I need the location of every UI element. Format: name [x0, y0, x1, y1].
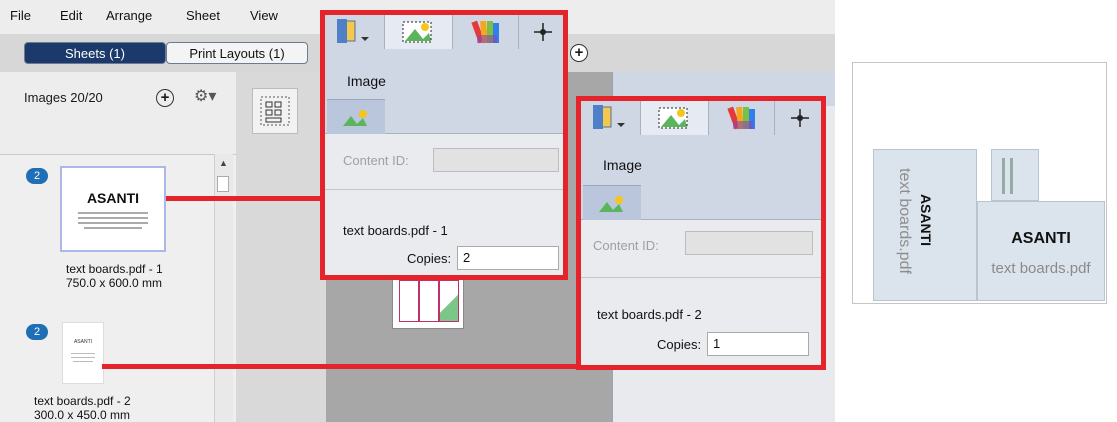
layout-preview: ASANTI text boards.pdf ASANTI text board…	[852, 62, 1107, 304]
color-tab-button[interactable]	[453, 15, 519, 49]
images-list: 2 ASANTI text boards.pdf - 1 750.0 x 600…	[0, 154, 220, 422]
preview-watermark: text boards.pdf	[991, 260, 1091, 277]
image-tab-label: Image	[347, 73, 386, 89]
content-id-label: Content ID:	[343, 153, 409, 168]
scroll-thumb[interactable]	[217, 176, 229, 192]
copies-label: Copies:	[657, 337, 702, 352]
preview-text-line	[1010, 158, 1013, 194]
file-name-label: text boards.pdf - 2	[597, 307, 702, 322]
color-tab-button[interactable]	[709, 101, 775, 135]
panel-header: Image	[325, 15, 563, 134]
panel-divider	[581, 277, 821, 278]
tab-sheets[interactable]: Sheets (1)	[24, 42, 166, 64]
thumbnail-text-line	[78, 212, 148, 214]
tab-print-layouts[interactable]: Print Layouts (1)	[166, 42, 308, 64]
image-mode-tile[interactable]	[583, 185, 641, 220]
sheet-thumbnail[interactable]	[392, 275, 464, 329]
thumbnail-text-line	[78, 217, 148, 219]
panel-divider	[325, 189, 563, 190]
image-picture-icon	[658, 107, 688, 129]
thumbnail-text-line	[71, 357, 95, 358]
copies-badge: 2	[26, 168, 48, 184]
image-thumbnail[interactable]: ASANTI	[60, 166, 166, 252]
sheet-slot	[399, 280, 419, 322]
copies-input[interactable]: 2	[457, 246, 559, 270]
thumbnail-title: ASANTI	[86, 190, 140, 206]
add-sheet-icon[interactable]: +	[570, 44, 588, 62]
file-name-label: text boards.pdf - 1	[343, 223, 448, 238]
preview-block-rotated: ASANTI text boards.pdf	[873, 149, 977, 301]
image-size: 750.0 x 600.0 mm	[66, 276, 163, 290]
thumbnail-text-line	[84, 227, 142, 229]
properties-panel-2: Image Content ID: text boards.pdf - 2 Co…	[576, 96, 826, 370]
content-id-input[interactable]	[433, 148, 559, 172]
image-thumbnail[interactable]: ASANTI	[62, 322, 104, 384]
image-size: 300.0 x 450.0 mm	[34, 408, 131, 422]
menu-file[interactable]: File	[10, 8, 31, 23]
grid-layout-icon	[260, 96, 290, 126]
sheet-tab-button[interactable]	[325, 15, 385, 49]
preview-title-rotated: ASANTI	[918, 193, 934, 247]
crosshair-icon	[791, 109, 809, 127]
content-id-input[interactable]	[685, 231, 813, 255]
position-tab-button[interactable]	[775, 101, 821, 135]
content-id-label: Content ID:	[593, 238, 659, 253]
image-picture-icon	[402, 21, 432, 43]
color-swatch-icon	[471, 20, 499, 44]
sheet-book-icon	[337, 19, 369, 43]
preview-block-main: ASANTI text boards.pdf	[977, 201, 1105, 301]
image-small-icon	[343, 110, 367, 126]
sheet-slot	[439, 280, 459, 322]
menu-sheet[interactable]: Sheet	[186, 8, 220, 23]
sheet-tab-button[interactable]	[581, 101, 641, 135]
images-count: Images 20/20	[24, 90, 103, 105]
image-tab-button[interactable]	[385, 15, 453, 49]
thumbnail-text-line	[71, 353, 95, 354]
sheet-slot	[419, 280, 439, 322]
connector-line-1	[166, 196, 322, 201]
image-mode-tile[interactable]	[327, 99, 385, 134]
image-small-icon	[599, 196, 623, 212]
grid-layout-button[interactable]	[252, 88, 298, 134]
panel-header: Image	[581, 101, 821, 220]
properties-panel-1: Image Content ID: text boards.pdf - 1 Co…	[320, 10, 568, 280]
image-name: text boards.pdf - 2	[34, 394, 131, 408]
copies-label: Copies:	[407, 251, 452, 266]
copies-badge: 2	[26, 324, 48, 340]
menu-edit[interactable]: Edit	[60, 8, 82, 23]
image-tab-button[interactable]	[641, 101, 709, 135]
preview-title: ASANTI	[1011, 230, 1071, 247]
menu-arrange[interactable]: Arrange	[106, 8, 152, 23]
menu-view[interactable]: View	[250, 8, 278, 23]
thumbnail-title: ASANTI	[73, 339, 93, 345]
images-header: Images 20/20 + ⚙▾	[0, 72, 236, 155]
sheet-book-icon	[593, 105, 625, 129]
images-scrollbar[interactable]: ▲	[214, 154, 233, 422]
preview-block-small	[991, 149, 1039, 201]
connector-line-2	[102, 364, 580, 369]
sheet-canvas-area	[236, 72, 326, 422]
preview-text-line	[1002, 158, 1005, 194]
thumbnail-text-line	[78, 222, 148, 224]
images-panel: Images 20/20 + ⚙▾ 2 ASANTI text boards.p…	[0, 72, 237, 422]
preview-watermark-rotated: text boards.pdf	[896, 168, 913, 274]
thumbnail-text-line	[73, 361, 93, 362]
add-image-icon[interactable]: +	[156, 89, 174, 107]
position-tab-button[interactable]	[519, 15, 563, 49]
image-name: text boards.pdf - 1	[66, 262, 163, 276]
scroll-up-icon[interactable]: ▲	[219, 158, 228, 168]
color-swatch-icon	[727, 106, 755, 130]
gear-icon[interactable]: ⚙▾	[194, 86, 216, 106]
crosshair-icon	[534, 23, 552, 41]
image-tab-label: Image	[603, 157, 642, 173]
copies-input[interactable]: 1	[707, 332, 809, 356]
